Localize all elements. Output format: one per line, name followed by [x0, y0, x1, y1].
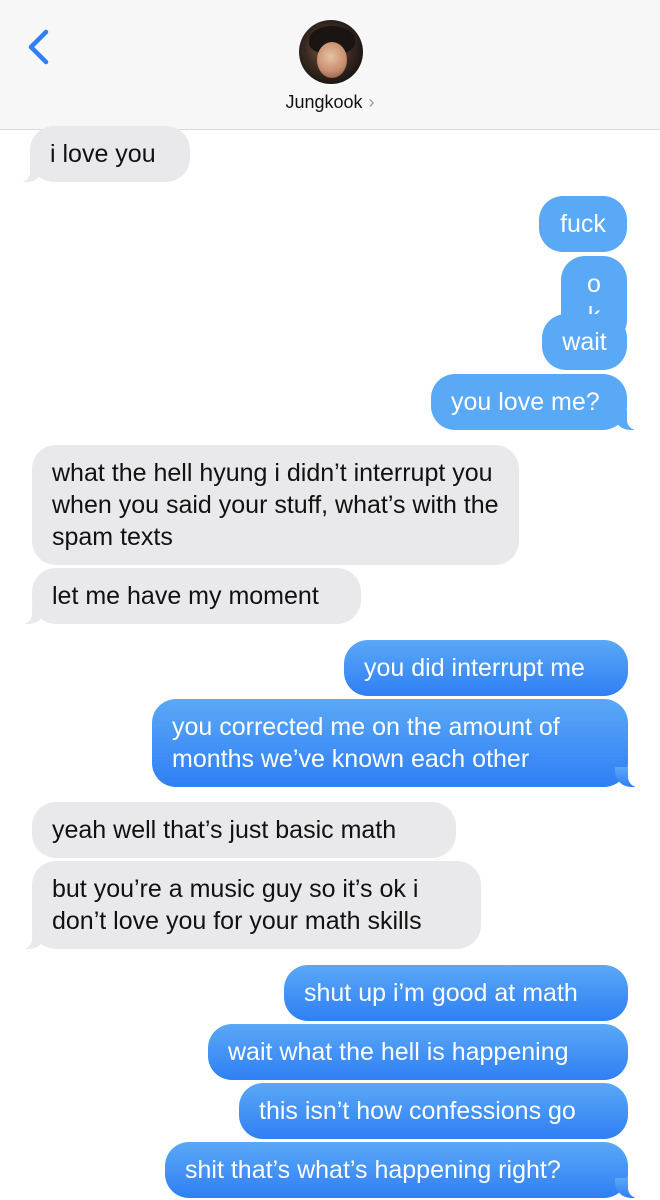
message-bubble-outgoing: shut up i’m good at math: [284, 965, 628, 1021]
message-bubble-outgoing: fuck: [539, 196, 627, 252]
message-bubble-outgoing: this isn’t how confessions go: [239, 1083, 628, 1139]
back-button[interactable]: [22, 26, 56, 68]
contact-avatar[interactable]: [299, 20, 363, 84]
contact-name-button[interactable]: Jungkook ›: [0, 92, 660, 113]
message-bubble-outgoing: wait: [542, 314, 627, 370]
message-bubble-incoming: but you’re a music guy so it’s ok i don’…: [22, 861, 481, 949]
message-bubble-outgoing: you did interrupt me: [344, 640, 628, 696]
message-bubble-outgoing: shit that’s what’s happening right?: [165, 1142, 638, 1198]
message-bubble-incoming: i love you: [20, 126, 190, 182]
message-bubble-outgoing: you love me?: [431, 374, 637, 430]
message-bubble-outgoing: you corrected me on the amount of months…: [152, 699, 638, 787]
message-bubble-outgoing: wait what the hell is happening: [208, 1024, 628, 1080]
chevron-right-icon: ›: [368, 92, 375, 112]
message-bubble-incoming: yeah well that’s just basic math: [32, 802, 456, 858]
contact-name: Jungkook: [285, 92, 363, 112]
message-bubble-incoming: what the hell hyung i didn’t interrupt y…: [32, 445, 519, 565]
message-bubble-incoming: let me have my moment: [22, 568, 361, 624]
conversation-header: Jungkook ›: [0, 0, 660, 130]
chevron-left-icon: [28, 29, 49, 65]
